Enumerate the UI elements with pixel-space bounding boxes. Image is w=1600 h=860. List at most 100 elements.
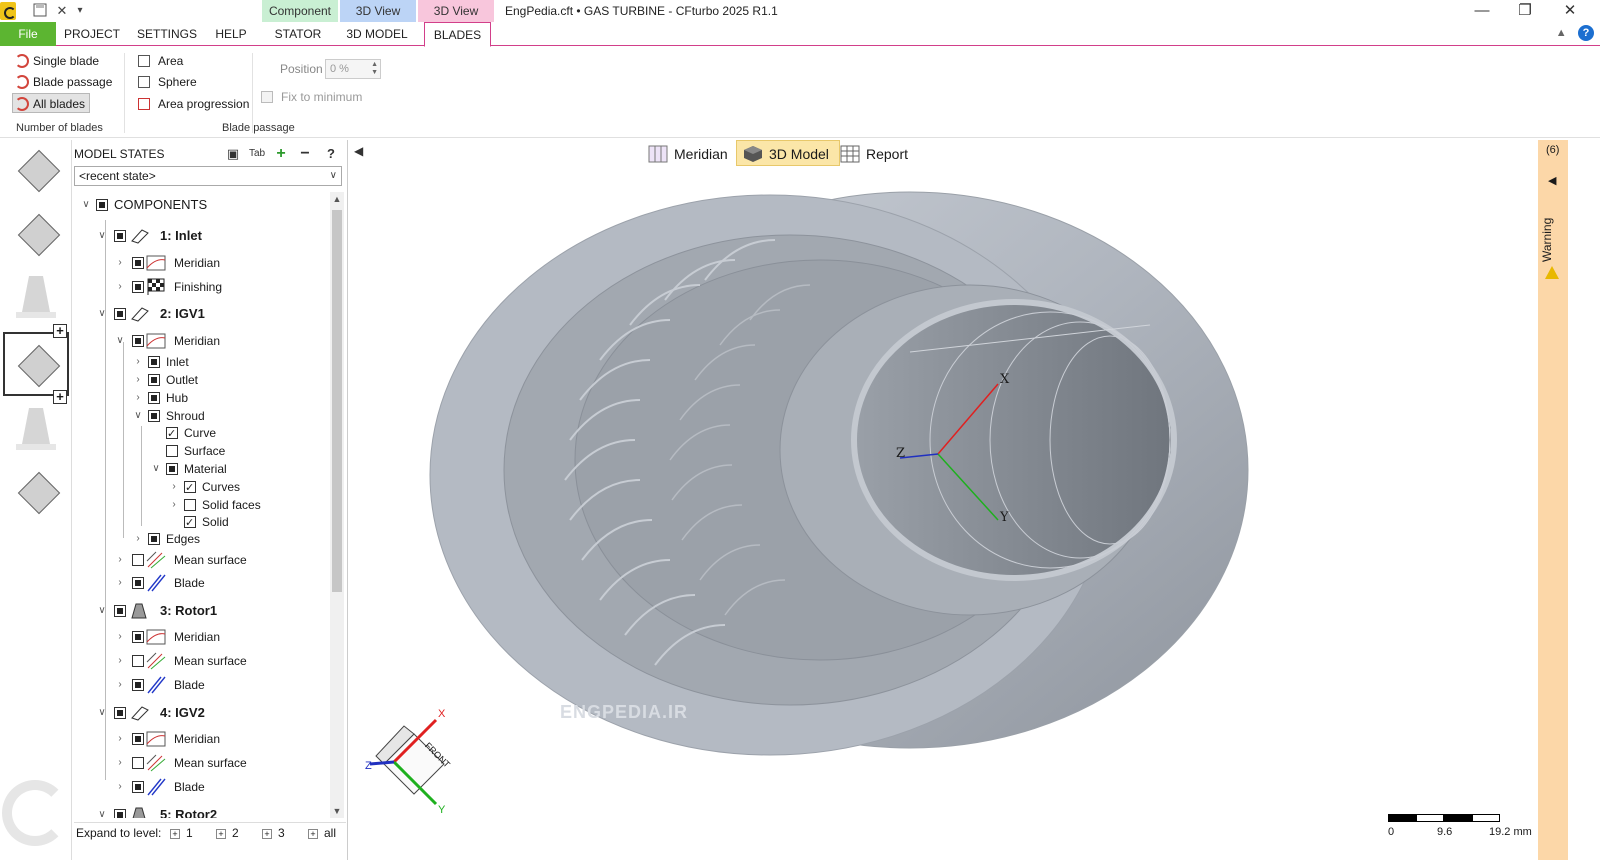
state-help-icon[interactable]: ? [322,144,340,164]
chevron-down-icon[interactable]: ∨ [80,194,92,216]
tree-checkbox[interactable] [114,809,126,818]
tree-row-component-3[interactable]: ∨ 3: Rotor1 [72,600,330,622]
tab-help[interactable]: HELP [208,22,254,46]
area-progression-button[interactable]: Area progression [138,94,249,114]
tab-3d-model[interactable]: 3D MODEL [340,22,414,46]
expand-panel-icon[interactable]: ◀ [1548,174,1556,187]
tree-checkbox[interactable] [132,655,144,667]
messages-side-panel[interactable]: (6) ◀ Warning [1538,140,1568,860]
chevron-right-icon[interactable]: › [114,728,126,750]
component-rotor2-thumbnail[interactable] [8,402,64,458]
tree-row-finishing[interactable]: › Finishing [72,276,330,298]
tree-checkbox[interactable] [114,605,126,617]
restore-button[interactable]: ❐ [1505,1,1545,21]
tree-checkbox[interactable] [132,757,144,769]
tree-checkbox[interactable] [184,477,196,499]
chevron-right-icon[interactable]: › [132,528,144,550]
remove-state-icon[interactable]: − [296,144,314,164]
model-state-select[interactable]: <recent state> ∨ [74,166,342,186]
tree-checkbox[interactable] [114,707,126,719]
tree-checkbox[interactable] [148,392,160,404]
chevron-down-icon[interactable]: ∨ [96,303,108,325]
chevron-right-icon[interactable]: › [114,776,126,798]
tree-row-component-5[interactable]: ∨ 5: Rotor2 [72,804,330,818]
expand-level-1[interactable]: +1 [170,823,193,843]
tree-checkbox[interactable] [96,199,108,211]
add-component-before-icon[interactable]: + [53,324,67,338]
chevron-right-icon[interactable]: › [114,752,126,774]
collapse-ribbon-icon[interactable]: ▲ [1556,27,1567,39]
tree-row-mean-surface[interactable]: › Mean surface [72,650,330,672]
sphere-checkbox[interactable]: Sphere [138,72,197,92]
tab-project[interactable]: PROJECT [60,22,124,46]
add-state-icon[interactable]: + [272,144,290,164]
chevron-down-icon[interactable]: ∨ [330,167,337,185]
warning-tab-label[interactable]: Warning [1540,210,1564,270]
position-spinner[interactable]: 0 % ▲ ▼ [325,59,381,79]
chevron-right-icon[interactable]: › [114,549,126,571]
tree-row-meridian[interactable]: ∨ Meridian [72,330,330,352]
tree-checkbox[interactable] [166,423,178,445]
tree-checkbox[interactable] [166,463,178,475]
scroll-down-icon[interactable]: ▼ [330,804,344,818]
help-icon[interactable]: ? [1578,25,1594,41]
expand-level-2[interactable]: +2 [216,823,239,843]
chevron-right-icon[interactable]: › [114,572,126,594]
tree-checkbox[interactable] [184,512,196,534]
tab-state-icon[interactable]: Tab [248,144,266,164]
tree-checkbox[interactable] [184,499,196,511]
tree-row-component-1[interactable]: ∨ 1: Inlet [72,225,330,247]
3d-viewport[interactable]: ◀ Meridian 3D Model Report X Y Z ENGPEDI… [350,140,1538,860]
tree-checkbox[interactable] [132,577,144,589]
scroll-up-icon[interactable]: ▲ [330,192,344,206]
tab-file[interactable]: File [0,22,56,46]
close-file-icon[interactable]: ✕ [54,3,70,19]
tree-row-blade[interactable]: › Blade [72,674,330,696]
chevron-right-icon[interactable]: › [114,674,126,696]
save-state-icon[interactable]: ▣ [224,144,242,164]
single-blade-button[interactable]: Single blade [13,51,103,71]
chevron-down-icon[interactable]: ∨ [114,330,126,352]
tree-row-meridian[interactable]: › Meridian [72,728,330,750]
tree-checkbox[interactable] [166,445,178,457]
chevron-right-icon[interactable]: › [114,276,126,298]
view-cube[interactable] [364,706,474,816]
save-icon[interactable] [32,3,48,19]
tree-checkbox[interactable] [132,781,144,793]
tree-checkbox[interactable] [148,410,160,422]
tree-checkbox[interactable] [132,679,144,691]
fix-to-minimum-box[interactable] [261,91,273,103]
quick-access-dropdown-icon[interactable]: ▾ [72,3,88,19]
tree-row-meridian[interactable]: › Meridian [72,626,330,648]
chevron-right-icon[interactable]: › [114,252,126,274]
chevron-down-icon[interactable]: ∨ [96,600,108,622]
spinner-arrows-icon[interactable]: ▲ ▼ [371,61,378,77]
tab-blades[interactable]: BLADES [424,22,491,47]
tree-row-meridian[interactable]: › Meridian [72,252,330,274]
tree-row-component-4[interactable]: ∨ 4: IGV2 [72,702,330,724]
tree-checkbox[interactable] [132,257,144,269]
tree-checkbox[interactable] [114,308,126,320]
tree-row-mean-surface[interactable]: › Mean surface [72,549,330,571]
tree-checkbox[interactable] [132,631,144,643]
all-blades-button[interactable]: All blades [12,93,91,113]
tree-row-blade[interactable]: › Blade [72,572,330,594]
tab-settings[interactable]: SETTINGS [132,22,202,46]
tree-checkbox[interactable] [132,281,144,293]
expand-level-3[interactable]: +3 [262,823,285,843]
tree-checkbox[interactable] [148,356,160,368]
chevron-down-icon[interactable]: ∨ [96,702,108,724]
chevron-right-icon[interactable]: › [114,650,126,672]
tree-checkbox[interactable] [148,533,160,545]
tab-stator[interactable]: STATOR [266,22,330,46]
tree-checkbox[interactable] [148,374,160,386]
sphere-checkbox-box[interactable] [138,76,150,88]
tree-checkbox[interactable] [114,230,126,242]
tree-row-components[interactable]: ∨ COMPONENTS [72,194,330,216]
tree-scrollbar[interactable]: ▲ ▼ [330,192,344,818]
expand-level-all[interactable]: + all [308,823,336,843]
context-tab-3d-view[interactable]: 3D View [340,0,416,22]
chevron-down-icon[interactable]: ∨ [96,804,108,818]
context-tab-3d-view-blades[interactable]: 3D View [418,0,494,22]
component-inlet-thumbnail[interactable] [8,142,64,198]
